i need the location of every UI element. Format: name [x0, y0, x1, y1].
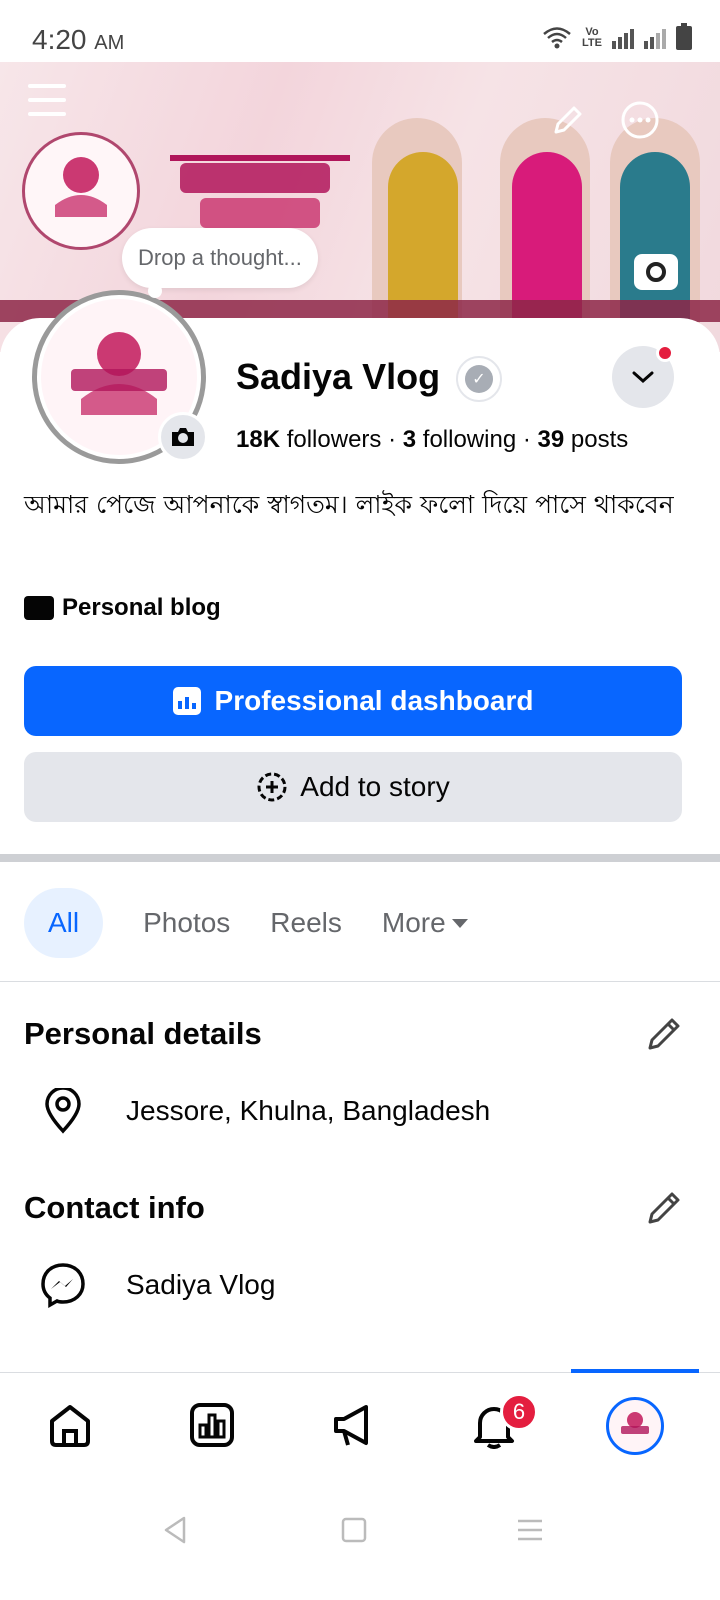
notification-dot [656, 344, 674, 362]
profile-avatar[interactable] [606, 1397, 664, 1455]
back-icon[interactable] [158, 1512, 194, 1548]
status-bar: 4:20 AM Vo LTE [0, 0, 720, 62]
add-story-icon [257, 772, 287, 802]
posts-label: posts [570, 426, 629, 453]
chevron-down-icon [632, 371, 654, 384]
active-tab-indicator [571, 1369, 699, 1373]
status-time: 4:20 AM [32, 24, 124, 56]
bottom-navigation: 6 [0, 1369, 720, 1478]
status-icons: Vo LTE [542, 23, 692, 50]
system-navigation [0, 1478, 720, 1600]
location-pin-icon [40, 1088, 86, 1134]
tab-more[interactable]: More [382, 888, 468, 958]
cover-logo [22, 132, 140, 250]
cover-brand-title [160, 128, 360, 238]
thought-bubble-tail [148, 284, 162, 298]
change-avatar-button[interactable] [158, 412, 208, 462]
notification-badge: 6 [500, 1393, 538, 1431]
following-count[interactable]: 3 [403, 426, 416, 453]
following-label[interactable]: following [423, 426, 516, 453]
cover-camera-button[interactable] [634, 254, 678, 290]
menu-button[interactable] [28, 84, 66, 118]
clock-time: 4:20 [32, 24, 87, 55]
edit-personal-details-button[interactable] [644, 1014, 684, 1054]
contact-info-title: Contact info [24, 1190, 205, 1225]
add-to-story-label: Add to story [300, 771, 450, 802]
tabs-divider [0, 981, 720, 982]
camera-icon [646, 262, 666, 282]
home-button-icon[interactable] [336, 1512, 372, 1548]
add-to-story-button[interactable]: Add to story [24, 752, 682, 822]
tab-reels[interactable]: Reels [270, 888, 342, 958]
wifi-icon [543, 27, 571, 49]
professional-dashboard-button[interactable]: Professional dashboard [24, 666, 682, 736]
megaphone-icon[interactable] [328, 1399, 380, 1451]
profile-name: Sadiya Vlog [236, 356, 441, 397]
messenger-row: Sadiya Vlog [40, 1262, 275, 1308]
caret-down-icon [451, 918, 468, 928]
tab-all[interactable]: All [24, 888, 104, 958]
personal-details-title: Personal details [24, 1016, 262, 1051]
profile-stats: 18K followers · 3 following · 39 posts [236, 426, 628, 454]
edit-cover-button[interactable] [548, 100, 588, 140]
volte-icon: Vo LTE [582, 27, 602, 49]
profile-tabs: All Photos Reels More [24, 888, 468, 958]
recents-icon[interactable] [512, 1512, 548, 1548]
messenger-icon [40, 1262, 86, 1308]
tab-photos[interactable]: Photos [143, 888, 230, 958]
followers-count[interactable]: 18K [236, 426, 280, 453]
pencil-icon [648, 1192, 680, 1224]
cover-decoration-strip [130, 90, 460, 112]
stat-separator: · [388, 426, 397, 453]
profile-bio: আমার পেজে আপনাকে স্বাগতম। লাইক ফলো দিয়ে… [24, 490, 674, 519]
signal-icon-2 [644, 27, 666, 49]
tab-more-label: More [381, 907, 446, 938]
location-text: Jessore, Khulna, Bangladesh [126, 1095, 491, 1126]
section-divider [0, 854, 720, 862]
dashboard-icon[interactable] [186, 1399, 238, 1451]
category-label: Personal blog [62, 594, 221, 621]
verified-badge[interactable]: ✓ [456, 356, 502, 402]
verified-check-icon: ✓ [465, 365, 493, 393]
edit-contact-info-button[interactable] [644, 1188, 684, 1228]
pencil-icon [554, 106, 582, 134]
thought-bubble[interactable]: Drop a thought... [122, 228, 318, 288]
battery-icon [676, 23, 692, 50]
signal-icon [612, 27, 634, 49]
camera-icon [172, 428, 194, 446]
more-options-button[interactable] [620, 100, 660, 140]
clock-ampm: AM [94, 32, 125, 54]
home-icon[interactable] [44, 1399, 96, 1451]
clapperboard-icon [24, 596, 54, 620]
profile-category: Personal blog [24, 594, 221, 622]
followers-label[interactable]: followers [287, 426, 382, 453]
posts-count: 39 [537, 426, 565, 453]
dashboard-icon [172, 687, 201, 715]
messenger-text[interactable]: Sadiya Vlog [126, 1269, 275, 1301]
volte-bottom: LTE [582, 37, 602, 49]
location-row: Jessore, Khulna, Bangladesh [40, 1088, 490, 1134]
more-horizontal-icon [621, 101, 659, 139]
pencil-icon [648, 1018, 680, 1050]
stat-separator: · [522, 426, 531, 453]
professional-dashboard-label: Professional dashboard [214, 685, 534, 716]
